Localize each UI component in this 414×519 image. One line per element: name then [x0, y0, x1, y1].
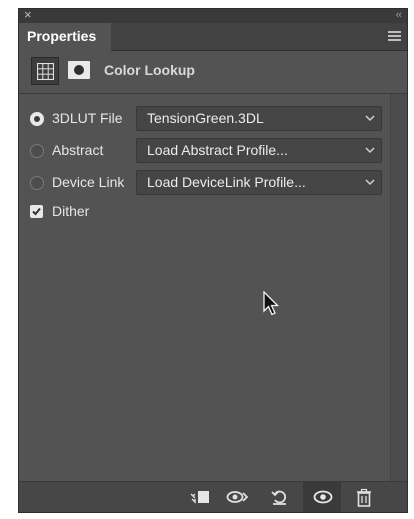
radio-device-link[interactable]	[30, 176, 44, 190]
chevron-down-icon	[365, 147, 375, 154]
row-label: Device Link	[52, 174, 125, 190]
lookup-row-3dlut: 3DLUT File TensionGreen.3DL	[19, 106, 407, 132]
toggle-visibility-icon[interactable]	[303, 482, 341, 512]
clip-to-layer-icon[interactable]	[187, 487, 211, 507]
panel-footer	[19, 481, 407, 512]
checkmark-icon	[32, 207, 41, 216]
abstract-profile-select[interactable]: Load Abstract Profile...	[136, 138, 382, 163]
radio-3dlut-file[interactable]	[30, 112, 44, 126]
lookup-row-device-link: Device Link Load DeviceLink Profile...	[19, 170, 407, 196]
scrollbar[interactable]	[390, 94, 407, 484]
select-value: Load Abstract Profile...	[147, 142, 288, 158]
row-label: 3DLUT File	[52, 110, 123, 126]
chevron-down-icon	[365, 115, 375, 122]
reset-adjustments-icon[interactable]	[268, 487, 292, 507]
chevron-down-icon	[365, 179, 375, 186]
select-value: Load DeviceLink Profile...	[147, 174, 306, 190]
device-link-profile-select[interactable]: Load DeviceLink Profile...	[136, 170, 382, 195]
panel-top-bar: × ‹‹	[19, 8, 407, 23]
close-icon[interactable]: ×	[24, 8, 32, 22]
row-label: Abstract	[52, 142, 104, 158]
view-previous-state-icon[interactable]	[224, 487, 249, 507]
select-value: TensionGreen.3DL	[147, 110, 264, 126]
lookup-row-abstract: Abstract Load Abstract Profile...	[19, 138, 407, 164]
collapse-icon[interactable]: ‹‹	[396, 8, 402, 22]
dither-checkbox[interactable]	[30, 205, 43, 218]
delete-layer-icon[interactable]	[353, 487, 377, 507]
dither-row: Dither	[19, 199, 407, 225]
layer-mask-icon[interactable]	[68, 61, 90, 79]
lookup-grid-icon[interactable]	[31, 57, 59, 85]
mouse-pointer-icon	[263, 291, 280, 316]
dither-label: Dither	[52, 203, 90, 219]
radio-abstract[interactable]	[30, 144, 44, 158]
tab-properties[interactable]: Properties	[19, 23, 111, 51]
properties-panel: × ‹‹ Properties Color Lookup 3DLUT File …	[18, 8, 408, 513]
adjustment-header: Color Lookup	[19, 51, 407, 94]
3dlut-file-select[interactable]: TensionGreen.3DL	[136, 106, 382, 131]
adjustment-title: Color Lookup	[104, 62, 195, 78]
panel-menu-icon[interactable]	[388, 31, 401, 42]
tab-bar: Properties	[19, 23, 407, 51]
